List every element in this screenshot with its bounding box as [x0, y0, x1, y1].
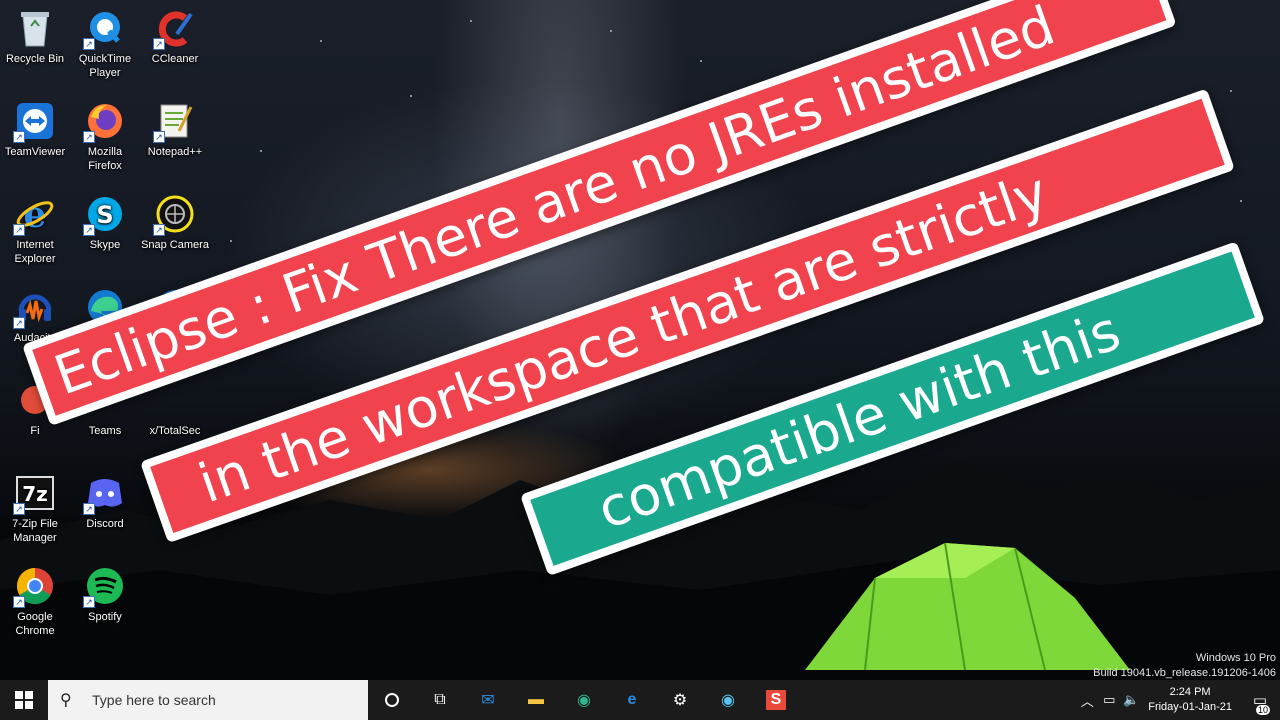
desktop-icon-ccleaner[interactable]: ↗ CCleaner: [140, 6, 210, 66]
start-button[interactable]: [0, 680, 48, 720]
desktop-icon-skype[interactable]: S ↗ Skype: [70, 192, 140, 252]
search-placeholder: Type here to search: [92, 692, 216, 708]
steam-icon: ⚙: [672, 692, 688, 709]
volume-icon[interactable]: 🔈: [1120, 692, 1142, 708]
discord-icon: ↗: [83, 471, 127, 515]
s-app-icon: S: [766, 690, 786, 710]
clock-time: 2:24 PM: [1169, 686, 1211, 698]
taskbar-search-box[interactable]: ⚲ Type here to search: [48, 680, 368, 720]
watermark-edition: Windows 10 Pro: [1195, 652, 1276, 664]
desktop-icon-label: Discord: [86, 518, 124, 530]
internet-explorer-icon: e: [627, 691, 637, 708]
ccleaner-icon: ↗: [153, 6, 197, 50]
svg-text:S: S: [96, 201, 113, 229]
desktop-icon-label: Recycle Bin: [5, 53, 65, 65]
desktop-icon-label: x/TotalSec: [149, 425, 201, 437]
desktop-icon-label: CCleaner: [151, 53, 199, 65]
task-view-icon: ⧉: [434, 691, 446, 708]
task-view-button[interactable]: ⧉: [416, 680, 464, 720]
notification-count: 10: [1255, 705, 1270, 715]
chrome-icon: ↗: [13, 564, 57, 608]
edge-icon: ◉: [577, 692, 591, 709]
internet-explorer-icon: e ↗: [13, 192, 57, 236]
desktop-icon-firefox[interactable]: ↗ Mozilla Firefox: [70, 99, 140, 173]
desktop-icon-discord[interactable]: ↗ Discord: [70, 471, 140, 531]
desktop-icon-snap-camera[interactable]: ↗ Snap Camera: [140, 192, 210, 252]
desktop-icon-notepadpp[interactable]: ↗ Notepad++: [140, 99, 210, 159]
taskbar-file-explorer[interactable]: ▬: [512, 680, 560, 720]
desktop-icon-label: Skype: [89, 239, 121, 251]
cortana-button[interactable]: [368, 680, 416, 720]
desktop-icon-label: Spotify: [88, 611, 122, 623]
spotify-icon: ↗: [83, 564, 127, 608]
action-center-button[interactable]: ▭ 10: [1240, 691, 1280, 715]
teamviewer-icon: ↗: [13, 99, 57, 143]
taskbar-edge[interactable]: ◉: [560, 680, 608, 720]
windows-logo-icon: [15, 691, 33, 709]
seven-zip-icon: 7z ↗: [13, 471, 57, 515]
desktop-icon-label: 7-Zip File Manager: [12, 518, 58, 544]
desktop-icon-spotify[interactable]: ↗ Spotify: [70, 564, 140, 624]
system-tray: ︿ ▭ 🔈 2:24 PM Friday-01-Jan-21 ▭ 10: [1076, 680, 1280, 720]
watermark-build: Build 19041.vb_release.191206-1406: [1093, 667, 1276, 679]
mail-icon: ✉: [481, 692, 495, 709]
chevron-up-icon[interactable]: ︿: [1076, 691, 1098, 710]
desktop-icon-label: Teams: [88, 425, 122, 437]
audacity-icon: ↗: [13, 285, 57, 329]
desktop-icon-teamviewer[interactable]: ↗ TeamViewer: [0, 99, 70, 159]
search-icon: ⚲: [60, 692, 72, 709]
desktop-icon-label: Notepad++: [147, 146, 203, 158]
taskbar-edge-dev[interactable]: ◉: [704, 680, 752, 720]
taskbar-mail[interactable]: ✉: [464, 680, 512, 720]
desktop-icon-label: Fi: [30, 425, 40, 437]
taskbar-clock[interactable]: 2:24 PM Friday-01-Jan-21: [1148, 685, 1232, 715]
windows-watermark: Windows 10 Pro Build 19041.vb_release.19…: [1093, 651, 1276, 681]
desktop-icon-quicktime[interactable]: ↗ QuickTime Player: [70, 6, 140, 80]
glowing-tent: [805, 542, 1130, 671]
folder-icon: ▬: [528, 691, 544, 708]
snap-camera-icon: ↗: [153, 192, 197, 236]
svg-text:7z: 7z: [22, 482, 48, 506]
quicktime-icon: ↗: [83, 6, 127, 50]
svg-text:e: e: [24, 194, 47, 234]
firefox-icon: ↗: [83, 99, 127, 143]
notepadpp-icon: ↗: [153, 99, 197, 143]
desktop-icon-7zip[interactable]: 7z ↗ 7-Zip File Manager: [0, 471, 70, 545]
desktop-icon-recycle-bin[interactable]: Recycle Bin: [0, 6, 70, 66]
desktop-icon-label: TeamViewer: [4, 146, 66, 158]
desktop-icon-internet-explorer[interactable]: e ↗ Internet Explorer: [0, 192, 70, 266]
recycle-bin-icon: [13, 6, 57, 50]
desktop-icon-label: Google Chrome: [15, 611, 55, 637]
cortana-circle-icon: [385, 693, 399, 707]
taskbar: ⚲ Type here to search ⧉ ✉ ▬ ◉ e ⚙ ◉ S ︿ …: [0, 680, 1280, 720]
desktop-icon-label: Snap Camera: [141, 239, 209, 251]
taskbar-internet-explorer[interactable]: e: [608, 680, 656, 720]
edge-dev-icon: ◉: [721, 692, 735, 709]
desktop-icon-label: Internet Explorer: [14, 239, 56, 265]
desktop-icon-google-chrome[interactable]: ↗ Google Chrome: [0, 564, 70, 638]
taskbar-app-s[interactable]: S: [752, 680, 800, 720]
network-icon[interactable]: ▭: [1098, 692, 1120, 708]
taskbar-steam[interactable]: ⚙: [656, 680, 704, 720]
clock-date: Friday-01-Jan-21: [1148, 701, 1232, 713]
skype-icon: S ↗: [83, 192, 127, 236]
desktop-icon-label: Mozilla Firefox: [87, 146, 123, 172]
desktop-icon-label: QuickTime Player: [78, 53, 132, 79]
